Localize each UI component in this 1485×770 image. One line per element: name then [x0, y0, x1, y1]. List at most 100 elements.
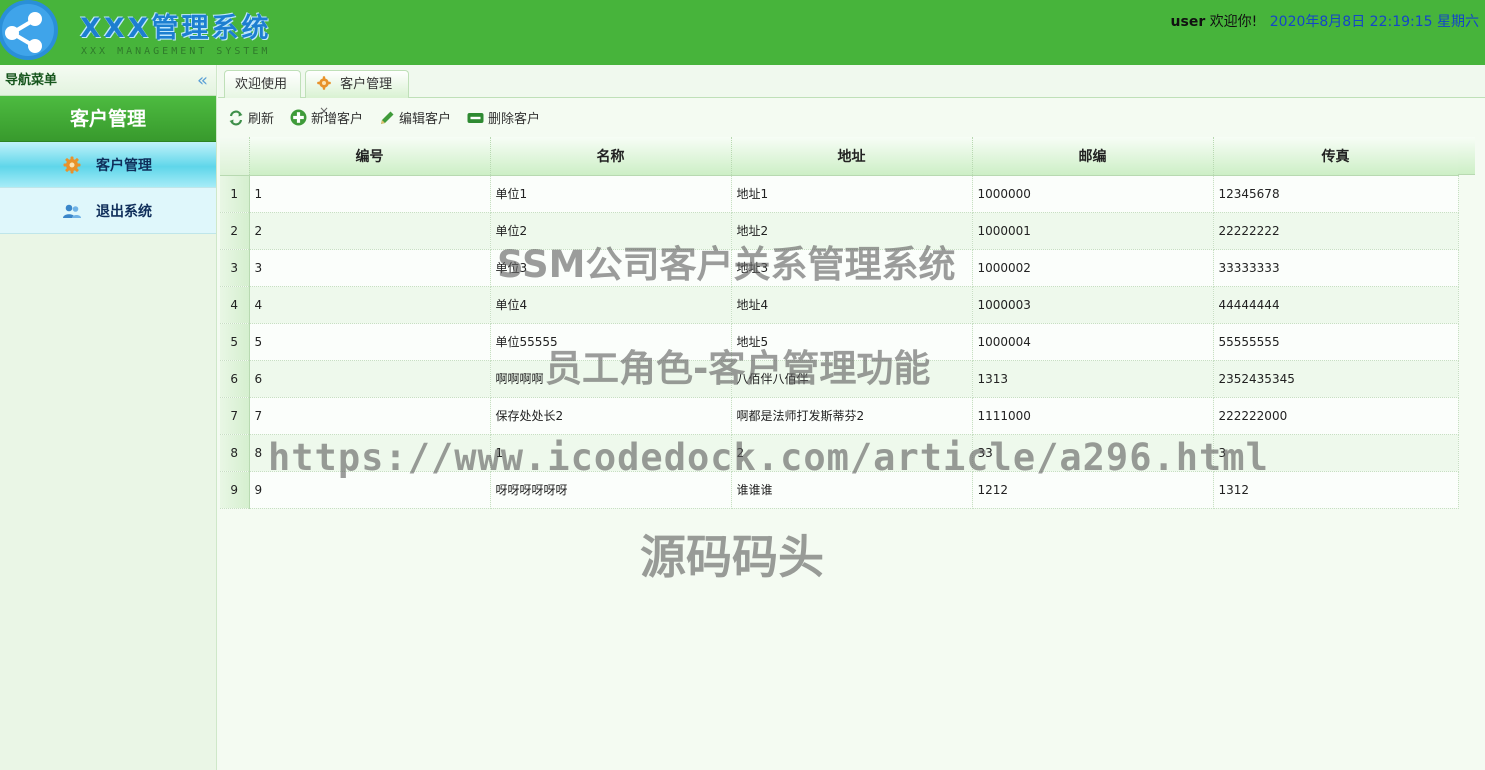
- cell-fax: 22222222: [1213, 212, 1459, 250]
- cell-id: 9: [249, 471, 491, 509]
- cell-id: 4: [249, 286, 491, 324]
- row-number: 2: [220, 212, 250, 250]
- cell-address: 地址5: [731, 323, 973, 361]
- cell-address: 啊都是法师打发斯蒂芬2: [731, 397, 973, 435]
- row-number: 8: [220, 434, 250, 472]
- cell-fax: 44444444: [1213, 286, 1459, 324]
- delete-customer-button[interactable]: 删除客户: [467, 108, 540, 127]
- cell-fax: 222222000: [1213, 397, 1459, 435]
- cell-zip: 1313: [972, 360, 1214, 398]
- sidebar: 导航菜单 « 客户管理 客户管理 退出系统: [0, 65, 217, 770]
- cell-address: 2: [731, 434, 973, 472]
- table-row[interactable]: 5 5 单位55555 地址5 1000004 55555555: [220, 323, 1459, 361]
- sidebar-item-customer-management[interactable]: 客户管理: [0, 142, 216, 188]
- logo-title: XXX管理系统: [80, 13, 272, 44]
- row-number: 7: [220, 397, 250, 435]
- gear-icon: [317, 76, 331, 90]
- cell-fax: 1312: [1213, 471, 1459, 509]
- cell-id: 6: [249, 360, 491, 398]
- cell-zip: 1000002: [972, 249, 1214, 287]
- cell-zip: 1000004: [972, 323, 1214, 361]
- tab-customer-management[interactable]: 客户管理 ×: [305, 70, 409, 118]
- tab-welcome[interactable]: 欢迎使用: [224, 70, 301, 98]
- sidebar-item-label: 客户管理: [96, 157, 152, 174]
- grid-header-filler: [1458, 137, 1475, 175]
- add-customer-label: 新增客户: [311, 112, 364, 127]
- table-row[interactable]: 7 7 保存处处长2 啊都是法师打发斯蒂芬2 1111000 222222000: [220, 397, 1459, 435]
- cell-name: 单位1: [490, 175, 732, 213]
- table-header-row: 编号 名称 地址 邮编 传真: [220, 137, 1459, 176]
- cell-name: 1: [490, 434, 732, 472]
- table-row[interactable]: 8 8 1 2 33 3: [220, 434, 1459, 472]
- table-row[interactable]: 3 3 单位3 地址3 1000002 33333333: [220, 249, 1459, 287]
- cell-address: 地址1: [731, 175, 973, 213]
- sidebar-title: 导航菜单: [5, 73, 58, 88]
- delete-customer-label: 删除客户: [488, 112, 541, 127]
- row-number: 9: [220, 471, 250, 509]
- refresh-button[interactable]: 刷新: [228, 108, 274, 127]
- cell-name: 单位55555: [490, 323, 732, 361]
- add-customer-button[interactable]: 新增客户: [290, 108, 363, 127]
- table-row[interactable]: 4 4 单位4 地址4 1000003 44444444: [220, 286, 1459, 324]
- cell-fax: 12345678: [1213, 175, 1459, 213]
- grid-toolbar: 刷新 新增客户 编辑客户 删除客户: [218, 99, 1485, 136]
- sidebar-item-label: 退出系统: [96, 203, 152, 220]
- row-number: 5: [220, 323, 250, 361]
- cell-name: 呀呀呀呀呀呀: [490, 471, 732, 509]
- cell-zip: 1000001: [972, 212, 1214, 250]
- app-header: XXX管理系统 XXX MANAGEMENT SYSTEM user 欢迎你! …: [0, 0, 1485, 65]
- column-header-id[interactable]: 编号: [249, 137, 491, 176]
- watermark-brand: 源码码头: [640, 530, 824, 584]
- pencil-icon: [381, 111, 394, 124]
- collapse-icon[interactable]: «: [197, 65, 208, 96]
- username: user: [1170, 14, 1206, 30]
- cell-name: 单位3: [490, 249, 732, 287]
- cell-name: 单位4: [490, 286, 732, 324]
- gear-icon: [63, 156, 81, 173]
- tab-bar: 欢迎使用 客户管理 ×: [218, 65, 1485, 118]
- tab-label: 客户管理: [340, 77, 393, 92]
- cell-address: 地址2: [731, 212, 973, 250]
- cell-zip: 1000000: [972, 175, 1214, 213]
- table-row[interactable]: 1 1 单位1 地址1 1000000 12345678: [220, 175, 1459, 213]
- tab-label: 欢迎使用: [235, 77, 288, 92]
- sidebar-item-logout[interactable]: 退出系统: [0, 188, 216, 234]
- column-header-address[interactable]: 地址: [731, 137, 973, 176]
- sidebar-header: 导航菜单 «: [0, 65, 216, 96]
- refresh-icon: [229, 110, 243, 125]
- cell-fax: 33333333: [1213, 249, 1459, 287]
- table-row[interactable]: 6 6 啊啊啊啊 八佰伴八佰伴 1313 2352435345: [220, 360, 1459, 398]
- refresh-label: 刷新: [248, 112, 275, 127]
- table-row[interactable]: 9 9 呀呀呀呀呀呀 谁谁谁 1212 1312: [220, 471, 1459, 509]
- customer-table: 编号 名称 地址 邮编 传真 1 1 单位1 地址1 1000000 12345678 2 2…: [220, 137, 1459, 509]
- cell-name: 啊啊啊啊: [490, 360, 732, 398]
- cell-zip: 1212: [972, 471, 1214, 509]
- cell-fax: 3: [1213, 434, 1459, 472]
- cell-address: 地址4: [731, 286, 973, 324]
- table-row[interactable]: 2 2 单位2 地址2 1000001 22222222: [220, 212, 1459, 250]
- cell-address: 八佰伴八佰伴: [731, 360, 973, 398]
- column-header-zip[interactable]: 邮编: [972, 137, 1214, 176]
- datetime: 2020年8月8日 22:19:15 星期六: [1269, 14, 1479, 30]
- cell-id: 5: [249, 323, 491, 361]
- row-number: 3: [220, 249, 250, 287]
- logo-subtitle: XXX MANAGEMENT SYSTEM: [81, 46, 271, 57]
- cell-id: 7: [249, 397, 491, 435]
- cell-zip: 1111000: [972, 397, 1214, 435]
- cell-address: 地址3: [731, 249, 973, 287]
- column-header-name[interactable]: 名称: [490, 137, 732, 176]
- edit-customer-button[interactable]: 编辑客户: [379, 108, 451, 127]
- cell-id: 3: [249, 249, 491, 287]
- welcome-text: 欢迎你!: [1209, 14, 1258, 30]
- customer-grid: 编号 名称 地址 邮编 传真 1 1 单位1 地址1 1000000 12345678 2 2…: [220, 137, 1475, 509]
- row-number: 6: [220, 360, 250, 398]
- cell-id: 2: [249, 212, 491, 250]
- cell-name: 单位2: [490, 212, 732, 250]
- cell-zip: 33: [972, 434, 1214, 472]
- logo-share-icon: [0, 0, 58, 60]
- cell-fax: 2352435345: [1213, 360, 1459, 398]
- add-icon: [290, 109, 307, 126]
- sidebar-section-title[interactable]: 客户管理: [0, 96, 216, 142]
- row-number: 4: [220, 286, 250, 324]
- column-header-fax[interactable]: 传真: [1213, 137, 1459, 176]
